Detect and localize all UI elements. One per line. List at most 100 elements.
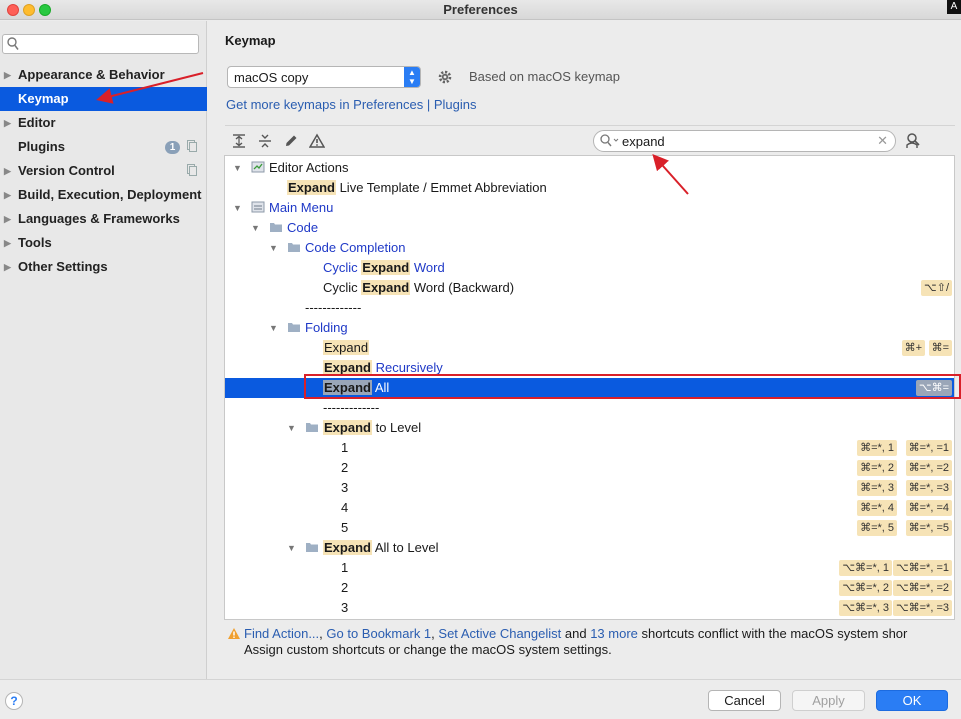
warning-filter-icon[interactable] (309, 133, 325, 149)
tree-row[interactable]: Expand Live Template / Emmet Abbreviatio… (225, 178, 954, 198)
sidebar-item-appearance[interactable]: ▶ Appearance & Behavior (0, 63, 207, 87)
more-conflicts-link[interactable]: 13 more (590, 626, 638, 641)
menu-icon (251, 201, 265, 213)
expand-arrow-icon: ▶ (4, 166, 11, 176)
keymap-select[interactable]: macOS copy ▲ ▼ (227, 66, 421, 88)
shortcut-badge: ⌥⇧/ (921, 280, 952, 296)
chevron-down-icon: ▼ (251, 223, 260, 233)
tree-label: Cyclic Expand Word (323, 260, 445, 275)
cancel-button[interactable]: Cancel (708, 690, 781, 711)
shortcut-badge: ⌘=*, 2 (857, 460, 897, 476)
shortcut-badge: ⌥⌘=*, 3 (839, 600, 892, 616)
tree-row-main-menu[interactable]: ▼ Main Menu (225, 198, 954, 218)
sidebar-item-keymap[interactable]: Keymap (0, 87, 207, 111)
separator-label: ------------- (323, 400, 380, 415)
tree-label: Code Completion (305, 240, 406, 255)
tree-row-expand-all-to-level[interactable]: ▼ Expand All to Level (225, 538, 954, 558)
shortcut-badge: ⌥⌘=*, =1 (892, 560, 952, 576)
tree-row[interactable]: 1 ⌘=*, 1 ⌘=*, =1 (225, 438, 954, 458)
expand-arrow-icon: ▶ (4, 238, 11, 248)
sidebar-item-languages[interactable]: ▶ Languages & Frameworks (0, 207, 207, 231)
tree-row-separator: ------------- (225, 398, 954, 418)
tree-row[interactable]: Expand ⌘+ ⌘= (225, 338, 954, 358)
search-icon (600, 134, 619, 147)
gear-icon[interactable] (437, 69, 453, 85)
chevron-down-icon: ▼ (233, 203, 242, 213)
go-to-bookmark-link[interactable]: Go to Bookmark 1 (326, 626, 431, 641)
help-button[interactable]: ? (5, 692, 23, 710)
tree-row[interactable]: 3 ⌘=*, 3 ⌘=*, =3 (225, 478, 954, 498)
sidebar-item-editor[interactable]: ▶ Editor (0, 111, 207, 135)
level-label: 2 (341, 580, 349, 595)
level-label: 3 (341, 600, 349, 615)
tree-row[interactable]: Cyclic Expand Word (Backward) ⌥⇧/ (225, 278, 954, 298)
warning-text: and (561, 626, 591, 641)
tree-label: Expand All to Level (323, 540, 439, 555)
sidebar-item-label: Languages & Frameworks (18, 211, 180, 226)
level-label: 1 (341, 560, 349, 575)
tree-row[interactable]: 4 ⌘=*, 4 ⌘=*, =4 (225, 498, 954, 518)
chevron-down-icon: ▼ (233, 163, 242, 173)
sidebar-item-other-settings[interactable]: ▶ Other Settings (0, 255, 207, 279)
find-action-link[interactable]: Find Action... (244, 626, 319, 641)
corner-badge: A (947, 0, 961, 14)
ok-button[interactable]: OK (876, 690, 948, 711)
keymap-filter-input[interactable]: expand ✕ (593, 130, 896, 152)
sidebar-item-label: Keymap (18, 91, 69, 106)
sidebar-item-label: Editor (18, 115, 56, 130)
sidebar-item-build[interactable]: ▶ Build, Execution, Deployment (0, 183, 207, 207)
apply-button[interactable]: Apply (792, 690, 865, 711)
tree-row[interactable]: 1 ⌥⌘=*, 1 ⌥⌘=*, =1 (225, 558, 954, 578)
match-highlight: Expand (323, 420, 372, 435)
clear-icon[interactable]: ✕ (877, 133, 888, 149)
updates-count-badge: 1 (165, 141, 180, 154)
tree-row[interactable]: 3 ⌥⌘=*, 3 ⌥⌘=*, =3 (225, 598, 954, 618)
level-label: 4 (341, 500, 349, 515)
project-settings-icon (187, 140, 197, 152)
tree-row[interactable]: 2 ⌘=*, 2 ⌘=*, =2 (225, 458, 954, 478)
shortcut-badge: ⌘+ (901, 340, 925, 356)
tree-label: Expand to Level (323, 420, 422, 435)
tree-row[interactable]: Cyclic Expand Word (225, 258, 954, 278)
settings-search-input[interactable] (2, 34, 199, 54)
match-highlight: Expand (323, 360, 372, 375)
tree-label-rest: Live Template / Emmet Abbreviation (335, 180, 547, 195)
get-more-keymaps-link[interactable]: Get more keymaps in Preferences | Plugin… (226, 97, 477, 112)
settings-sidebar: ▶ Appearance & Behavior Keymap ▶ Editor … (0, 21, 207, 679)
collapse-all-icon[interactable] (257, 133, 273, 149)
expand-arrow-icon: ▶ (4, 214, 11, 224)
sidebar-item-tools[interactable]: ▶ Tools (0, 231, 207, 255)
tree-row-code-completion[interactable]: ▼ Code Completion (225, 238, 954, 258)
shortcut-badge: ⌘= (928, 340, 952, 356)
window-title: Preferences (443, 2, 518, 17)
tree-label: Folding (305, 320, 348, 335)
match-highlight: Expand (361, 280, 411, 295)
chevron-updown-icon: ▲ ▼ (404, 67, 420, 87)
tree-label: Expand (323, 338, 370, 358)
chevron-down-icon: ▼ (287, 423, 296, 433)
tree-row-editor-actions[interactable]: ▼ Editor Actions (225, 158, 954, 178)
annotation-highlight-box (304, 374, 961, 399)
set-active-changelist-link[interactable]: Set Active Changelist (438, 626, 561, 641)
editor-actions-icon (251, 161, 265, 173)
sidebar-item-version-control[interactable]: ▶ Version Control (0, 159, 207, 183)
filter-input-value: expand (622, 134, 665, 149)
warning-text: shortcuts conflict with the macOS system… (637, 626, 908, 641)
find-by-shortcut-icon[interactable] (904, 132, 922, 150)
tree-label: Main Menu (269, 200, 334, 215)
sidebar-item-plugins[interactable]: Plugins 1 (0, 135, 207, 159)
tree-row-code[interactable]: ▼ Code (225, 218, 954, 238)
shortcut-badge: ⌘=*, 4 (857, 500, 897, 516)
chevron-down-icon: ▼ (287, 543, 296, 553)
tree-label: Code (287, 220, 319, 235)
level-label: 5 (341, 520, 349, 535)
tree-row-expand-to-level[interactable]: ▼ Expand to Level (225, 418, 954, 438)
match-highlight: Expand (361, 260, 411, 275)
tree-row[interactable]: 5 ⌘=*, 5 ⌘=*, =5 (225, 518, 954, 538)
expand-all-icon[interactable] (231, 133, 247, 149)
shortcut-badge: ⌘=*, =2 (905, 460, 952, 476)
tree-row[interactable]: 2 ⌥⌘=*, 2 ⌥⌘=*, =2 (225, 578, 954, 598)
edit-shortcut-icon[interactable] (283, 133, 299, 149)
tree-row-folding[interactable]: ▼ Folding (225, 318, 954, 338)
shortcut-badge: ⌥⌘=*, 2 (839, 580, 892, 596)
